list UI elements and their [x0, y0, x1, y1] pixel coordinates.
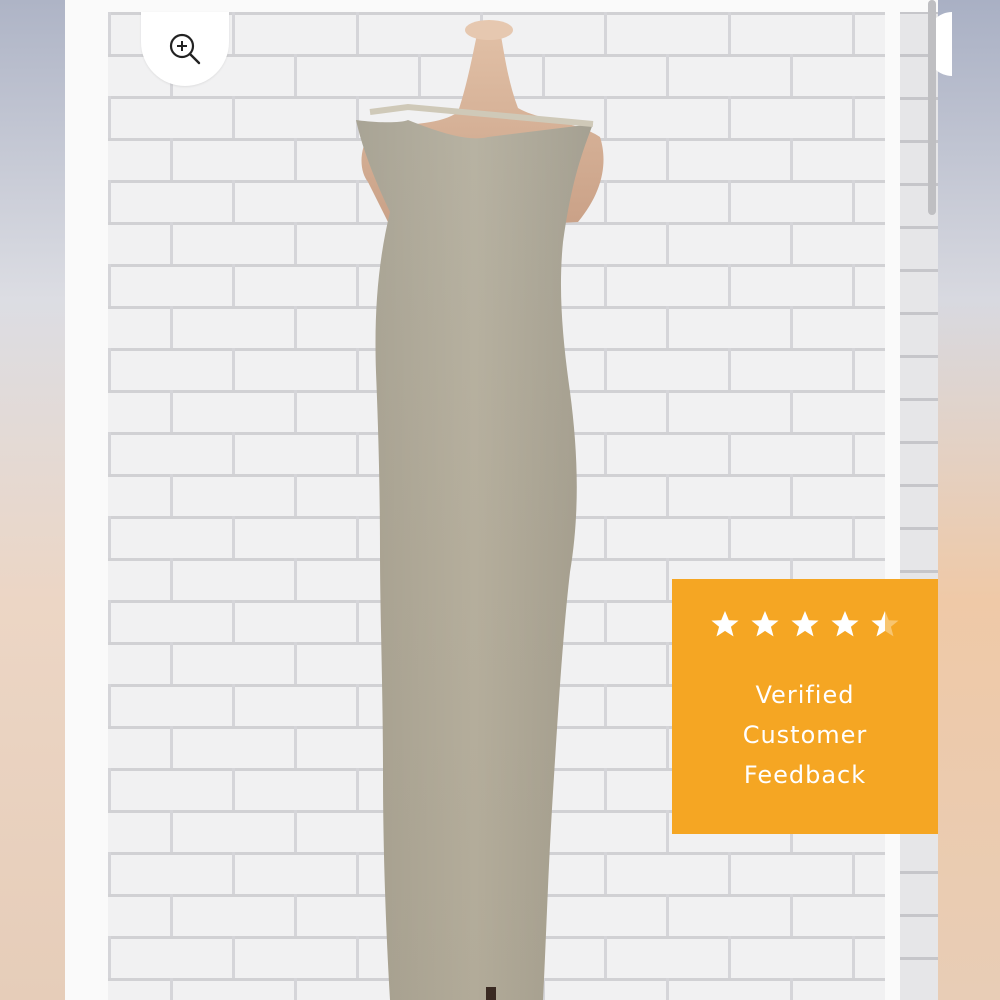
background-blur-left	[0, 0, 65, 1000]
star-full-icon	[791, 611, 819, 637]
verified-feedback-badge: Verified Customer Feedback	[672, 579, 938, 834]
badge-line-verified: Verified	[755, 681, 855, 709]
star-full-icon	[831, 611, 859, 637]
star-rating	[672, 609, 938, 639]
scrollbar-thumb[interactable]	[928, 0, 936, 215]
badge-text: Verified Customer Feedback	[672, 675, 938, 795]
background-blur-right	[938, 0, 1000, 1000]
star-full-icon	[751, 611, 779, 637]
product-photo-illustration	[108, 12, 885, 1000]
badge-line-feedback: Feedback	[743, 761, 867, 789]
product-photo[interactable]	[108, 12, 885, 1000]
star-half-icon	[871, 611, 899, 637]
badge-line-customer: Customer	[742, 721, 868, 749]
star-full-icon	[711, 611, 739, 637]
zoom-in-icon	[169, 33, 201, 65]
